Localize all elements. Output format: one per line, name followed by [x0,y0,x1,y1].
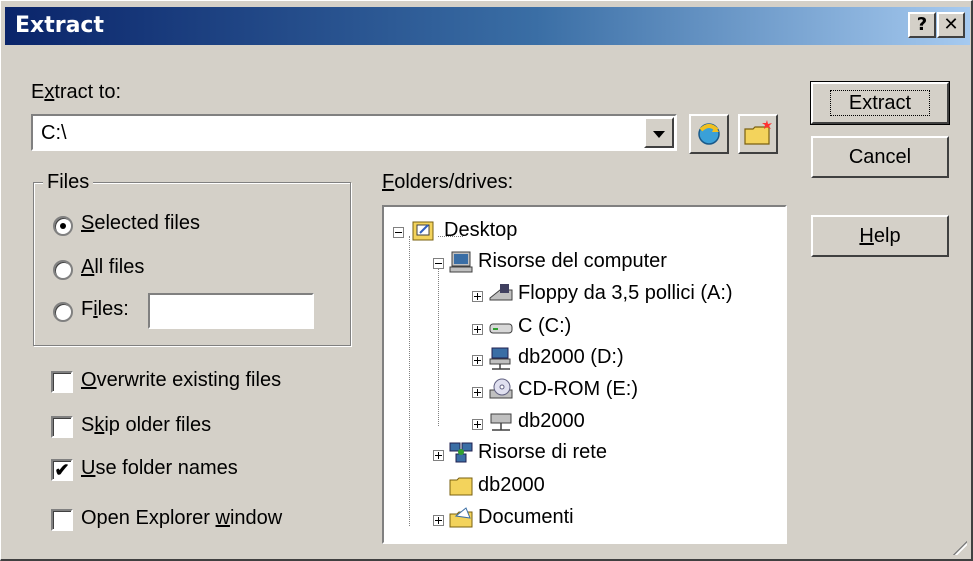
extract-dialog: Extract ? ✕ Extract to: C:\ Extract Canc… [0,0,973,561]
refresh-icon [698,123,720,145]
use-folder-names-checkbox[interactable]: ✔ [51,459,73,481]
radio-files[interactable] [53,302,73,322]
tree-node-db2000-folder[interactable]: db2000 [478,474,545,497]
tree-node-d-drive[interactable]: db2000 (D:) [518,346,624,369]
cdrom-icon [489,378,513,399]
tree-node-c-drive[interactable]: C (C:) [518,315,571,338]
radio-all-files[interactable] [53,260,73,280]
extract-button[interactable]: Extract [810,81,950,125]
files-group-label: Files [43,171,94,194]
selected-files-label[interactable]: Selected files [81,212,200,235]
my-computer-icon [449,251,473,273]
close-button[interactable]: ✕ [937,12,965,38]
desktop-icon [412,221,434,241]
network-drive-icon [489,347,511,370]
extract-to-value[interactable]: C:\ [41,122,67,145]
skip-older-checkbox[interactable] [51,416,73,438]
open-explorer-label[interactable]: Open Explorer window [81,507,282,530]
title-bar[interactable]: Extract ? ✕ [5,7,970,45]
help-title-button[interactable]: ? [908,12,936,38]
skip-older-label[interactable]: Skip older files [81,414,211,437]
overwrite-checkbox[interactable] [51,371,73,393]
chevron-down-icon[interactable] [644,117,674,148]
tree-node-cdrom[interactable]: CD-ROM (E:) [518,378,638,401]
files-pattern-input[interactable] [148,293,314,329]
expand-cdrom-toggle[interactable] [472,387,483,398]
overwrite-label[interactable]: Overwrite existing files [81,369,281,392]
documents-folder-icon [449,507,473,528]
folder-tree[interactable]: Desktop Risorse del computer Floppy da 3… [382,205,787,544]
expand-floppy-toggle[interactable] [472,291,483,302]
expand-d-drive-toggle[interactable] [472,355,483,366]
files-label[interactable]: Files: [81,298,129,321]
window-title: Extract [15,13,104,38]
network-drive-icon [490,413,512,431]
network-places-icon [449,442,473,463]
expand-db2000-drive-toggle[interactable] [472,419,483,430]
checkmark-icon: ✔ [54,460,70,480]
collapse-computer-toggle[interactable] [433,258,444,269]
tree-node-risorse-di-rete[interactable]: Risorse di rete [478,441,607,464]
hard-drive-icon [489,323,513,334]
new-folder-icon [744,120,772,145]
radio-selected-files[interactable] [53,216,73,236]
use-folder-names-label[interactable]: Use folder names [81,457,238,480]
tree-node-db2000-drive[interactable]: db2000 [518,410,585,433]
tree-node-risorse-del-computer[interactable]: Risorse del computer [478,250,667,273]
cancel-button[interactable]: Cancel [811,136,949,178]
tree-node-documenti[interactable]: Documenti [478,506,574,529]
floppy-icon [489,284,513,301]
collapse-desktop-toggle[interactable] [393,227,404,238]
tree-node-floppy[interactable]: Floppy da 3,5 pollici (A:) [518,282,733,305]
extract-to-combo[interactable]: C:\ [31,114,677,151]
new-folder-button[interactable] [738,114,778,154]
tree-node-desktop[interactable]: Desktop [444,219,517,242]
extract-to-label: Extract to: [31,81,122,103]
all-files-label[interactable]: All files [81,256,144,279]
resize-grip[interactable] [951,539,967,555]
expand-network-toggle[interactable] [433,450,444,461]
open-explorer-checkbox[interactable] [51,509,73,531]
refresh-button[interactable] [689,114,729,154]
expand-documenti-toggle[interactable] [433,515,444,526]
help-button[interactable]: Help [811,215,949,257]
folder-icon [449,477,473,496]
folders-drives-label: Folders/drives: [382,171,514,193]
expand-c-drive-toggle[interactable] [472,324,483,335]
